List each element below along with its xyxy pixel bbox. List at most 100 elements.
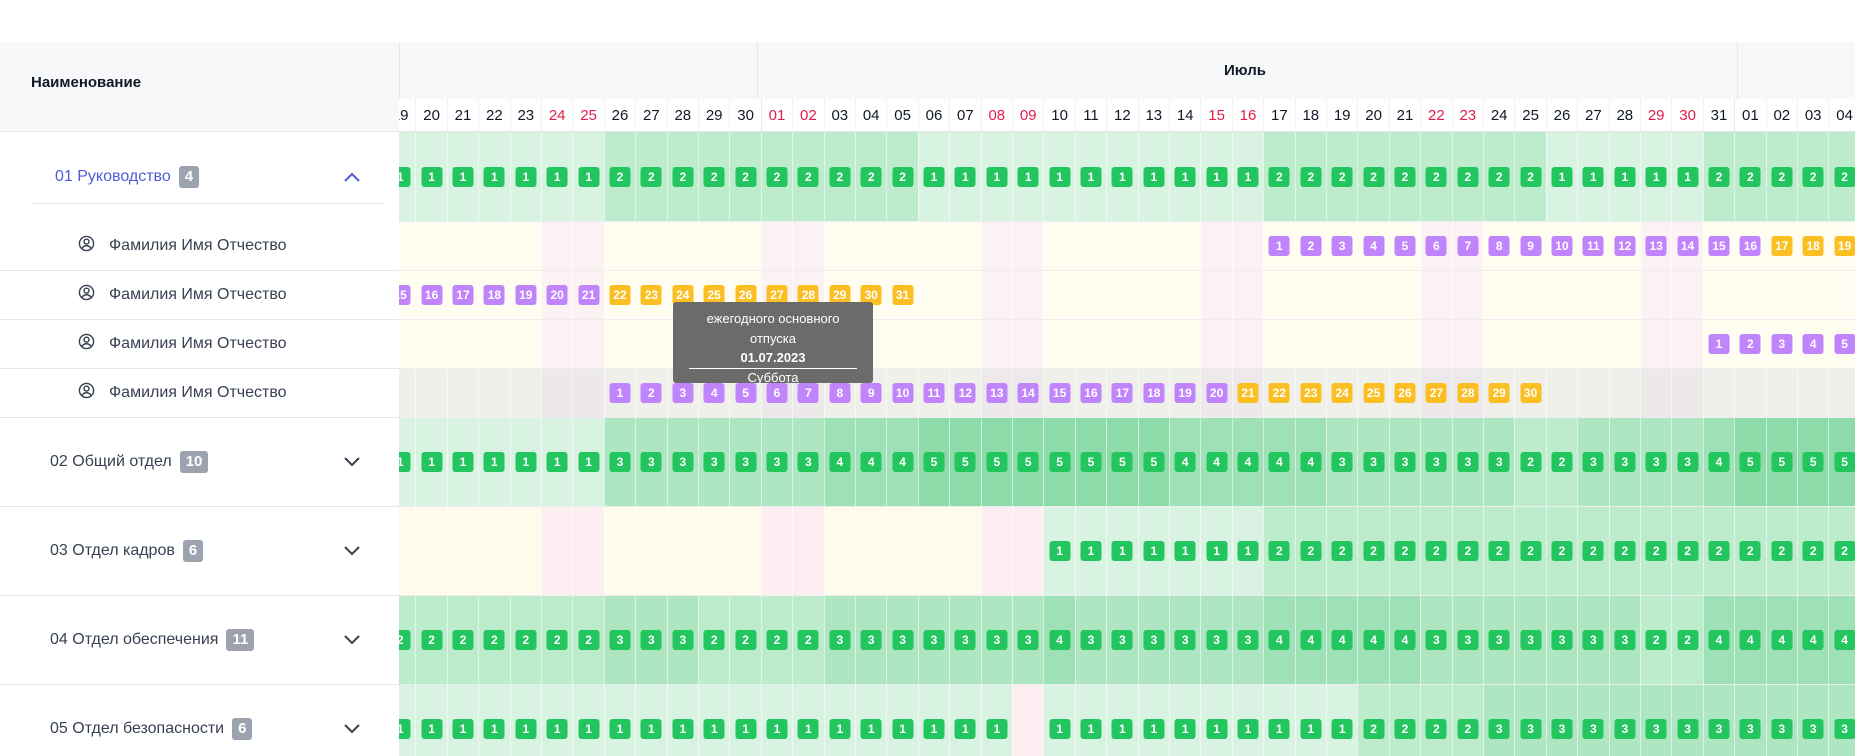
- day-cell[interactable]: [478, 369, 510, 417]
- day-cell[interactable]: 24: [1326, 369, 1358, 417]
- chevron-down-icon[interactable]: [342, 452, 362, 472]
- day-cell[interactable]: 1: [478, 685, 510, 756]
- day-cell[interactable]: [1326, 271, 1358, 319]
- day-cell[interactable]: 3: [1765, 320, 1797, 368]
- day-cell[interactable]: [823, 222, 855, 270]
- day-cell[interactable]: 5: [917, 418, 950, 506]
- day-cell[interactable]: 10: [886, 369, 918, 417]
- day-cell[interactable]: 2: [1388, 685, 1421, 756]
- day-cell[interactable]: 3: [1326, 418, 1358, 506]
- day-cell[interactable]: 2: [399, 596, 416, 684]
- day-cell[interactable]: [1043, 320, 1075, 368]
- day-cell[interactable]: 3: [1577, 596, 1609, 684]
- day-cell[interactable]: 1: [509, 418, 541, 506]
- day-cell[interactable]: 1: [1074, 132, 1107, 221]
- day-cell[interactable]: 18: [1797, 222, 1829, 270]
- day-cell[interactable]: 2: [855, 132, 887, 221]
- day-cell[interactable]: [1074, 271, 1107, 319]
- day-cell[interactable]: [1828, 271, 1855, 319]
- day-cell[interactable]: [1263, 320, 1295, 368]
- day-cell[interactable]: 1: [572, 132, 604, 221]
- day-cell[interactable]: [1074, 320, 1107, 368]
- day-cell[interactable]: 1: [792, 685, 824, 756]
- day-cell[interactable]: 1: [1326, 685, 1358, 756]
- day-cell[interactable]: 23: [635, 271, 667, 319]
- day-cell[interactable]: 2: [792, 132, 824, 221]
- day-cell[interactable]: 1: [949, 132, 981, 221]
- day-cell[interactable]: 3: [1420, 418, 1452, 506]
- day-cell[interactable]: [1577, 320, 1609, 368]
- day-cell[interactable]: [1106, 320, 1138, 368]
- day-cell[interactable]: [1388, 271, 1421, 319]
- day-cell[interactable]: 3: [1545, 596, 1578, 684]
- day-cell[interactable]: [917, 271, 950, 319]
- day-cell[interactable]: 1: [446, 418, 479, 506]
- day-cell[interactable]: [855, 222, 887, 270]
- day-cell[interactable]: 2: [1797, 507, 1829, 595]
- day-cell[interactable]: 2: [1545, 507, 1578, 595]
- employee-row[interactable]: Фамилия Имя Отчество: [0, 369, 399, 418]
- day-cell[interactable]: [1137, 222, 1169, 270]
- day-cell[interactable]: 2: [1545, 418, 1578, 506]
- day-cell[interactable]: [635, 222, 667, 270]
- day-cell[interactable]: [415, 222, 447, 270]
- employee-row[interactable]: Фамилия Имя Отчество: [0, 320, 399, 369]
- day-cell[interactable]: 5: [1797, 418, 1829, 506]
- day-cell[interactable]: 5: [1388, 222, 1421, 270]
- day-cell[interactable]: 3: [666, 418, 698, 506]
- day-cell[interactable]: 1: [1200, 685, 1232, 756]
- day-cell[interactable]: [1357, 271, 1389, 319]
- day-cell[interactable]: [1734, 369, 1766, 417]
- day-cell[interactable]: 2: [1388, 507, 1421, 595]
- day-cell[interactable]: [823, 507, 855, 595]
- day-cell[interactable]: 1: [1074, 685, 1107, 756]
- group-row[interactable]: 03 Отдел кадров 6: [0, 507, 399, 596]
- day-cell[interactable]: 22: [603, 271, 636, 319]
- day-cell[interactable]: 2: [1326, 507, 1358, 595]
- day-cell[interactable]: 4: [855, 418, 887, 506]
- day-cell[interactable]: [1231, 271, 1264, 319]
- day-cell[interactable]: 2: [1828, 132, 1855, 221]
- employee-row[interactable]: Фамилия Имя Отчество: [0, 271, 399, 320]
- day-cell[interactable]: 17: [446, 271, 479, 319]
- day-cell[interactable]: 18: [1137, 369, 1169, 417]
- day-cell[interactable]: [1294, 320, 1326, 368]
- day-cell[interactable]: 2: [1420, 507, 1452, 595]
- day-cell[interactable]: 3: [1231, 596, 1264, 684]
- day-cell[interactable]: [1545, 369, 1578, 417]
- day-cell[interactable]: 2: [1577, 507, 1609, 595]
- day-cell[interactable]: 4: [823, 418, 855, 506]
- day-cell[interactable]: [1640, 271, 1672, 319]
- day-cell[interactable]: [446, 222, 479, 270]
- day-cell[interactable]: 1: [1137, 507, 1169, 595]
- day-cell[interactable]: 2: [1734, 507, 1766, 595]
- day-cell[interactable]: 4: [1797, 320, 1829, 368]
- day-cell[interactable]: 1: [541, 418, 573, 506]
- day-cell[interactable]: 5: [1734, 418, 1766, 506]
- day-cell[interactable]: 1: [603, 685, 636, 756]
- day-cell[interactable]: 2: [1765, 507, 1797, 595]
- day-cell[interactable]: [572, 222, 604, 270]
- day-cell[interactable]: [1043, 271, 1075, 319]
- day-cell[interactable]: 3: [1326, 222, 1358, 270]
- day-cell[interactable]: [1514, 320, 1546, 368]
- day-cell[interactable]: 1: [1012, 132, 1044, 221]
- day-cell[interactable]: [1671, 369, 1703, 417]
- day-cell[interactable]: [980, 222, 1012, 270]
- day-cell[interactable]: 2: [1357, 685, 1389, 756]
- day-cell[interactable]: 1: [509, 132, 541, 221]
- day-cell[interactable]: 16: [1734, 222, 1766, 270]
- day-cell[interactable]: 1: [1137, 685, 1169, 756]
- day-cell[interactable]: 5: [1012, 418, 1044, 506]
- day-cell[interactable]: 3: [1545, 685, 1578, 756]
- day-cell[interactable]: 21: [572, 271, 604, 319]
- day-cell[interactable]: 17: [1765, 222, 1797, 270]
- day-cell[interactable]: 1: [399, 132, 416, 221]
- day-cell[interactable]: [1137, 320, 1169, 368]
- day-cell[interactable]: 2: [572, 596, 604, 684]
- chevron-up-icon[interactable]: [342, 167, 362, 187]
- day-cell[interactable]: [1545, 271, 1578, 319]
- day-cell[interactable]: [886, 320, 918, 368]
- day-cell[interactable]: [1263, 271, 1295, 319]
- day-cell[interactable]: 2: [792, 596, 824, 684]
